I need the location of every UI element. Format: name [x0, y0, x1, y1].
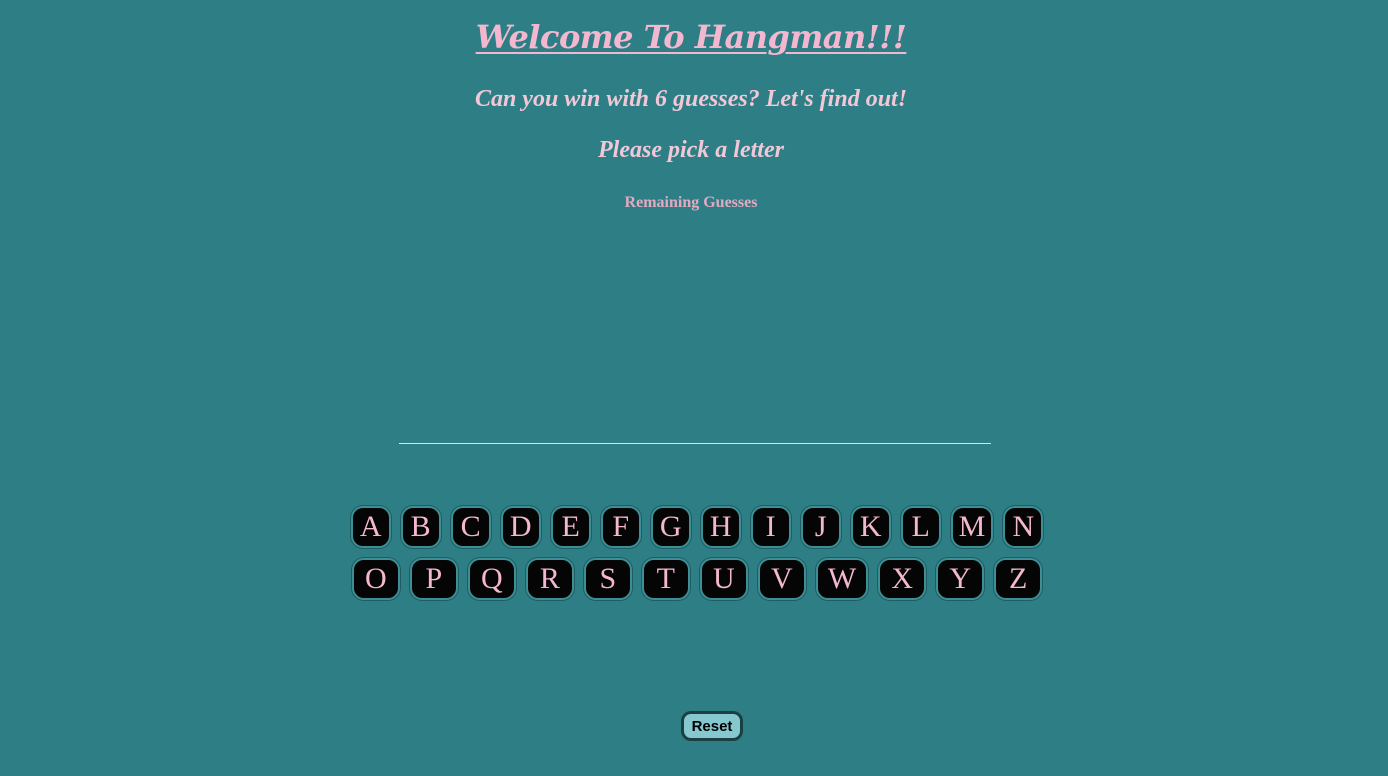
page-title: Welcome To Hangman!!!: [475, 18, 907, 56]
letter-button-o[interactable]: O: [351, 558, 400, 600]
letter-button-j[interactable]: J: [800, 506, 841, 548]
letter-button-s[interactable]: S: [583, 558, 632, 600]
letter-button-c[interactable]: C: [450, 506, 491, 548]
remaining-guesses-label: Remaining Guesses: [624, 194, 758, 211]
reset-button[interactable]: Reset: [681, 711, 743, 741]
letter-button-b[interactable]: B: [400, 506, 441, 548]
letter-button-x[interactable]: X: [878, 558, 927, 600]
letter-button-g[interactable]: G: [650, 506, 691, 548]
letter-button-t[interactable]: T: [641, 558, 690, 600]
letter-row-1: ABCDEFGHIJKLMN: [6, 506, 1388, 548]
letter-button-k[interactable]: K: [850, 506, 891, 548]
pick-letter-prompt: Please pick a letter: [598, 137, 784, 163]
letter-button-h[interactable]: H: [700, 506, 741, 548]
letter-button-y[interactable]: Y: [936, 558, 985, 600]
letter-button-z[interactable]: Z: [994, 558, 1043, 600]
letter-button-a[interactable]: A: [350, 506, 391, 548]
letter-button-p[interactable]: P: [409, 558, 458, 600]
subtitle: Can you win with 6 guesses? Let's find o…: [474, 86, 908, 112]
letter-button-v[interactable]: V: [757, 558, 806, 600]
letter-row-2: OPQRSTUVWXYZ: [6, 558, 1388, 600]
letter-button-w[interactable]: W: [815, 558, 869, 600]
letter-button-m[interactable]: M: [950, 506, 994, 548]
letter-button-u[interactable]: U: [699, 558, 748, 600]
letter-button-q[interactable]: Q: [467, 558, 516, 600]
letter-button-i[interactable]: I: [750, 506, 791, 548]
letter-button-f[interactable]: F: [600, 506, 641, 548]
letter-button-d[interactable]: D: [500, 506, 541, 548]
letter-button-l[interactable]: L: [900, 506, 941, 548]
letter-button-n[interactable]: N: [1003, 506, 1044, 548]
hangman-app: Welcome To Hangman!!! Can you win with 6…: [0, 0, 1388, 776]
letter-button-e[interactable]: E: [550, 506, 591, 548]
word-underline: [399, 443, 991, 444]
letter-button-r[interactable]: R: [525, 558, 574, 600]
